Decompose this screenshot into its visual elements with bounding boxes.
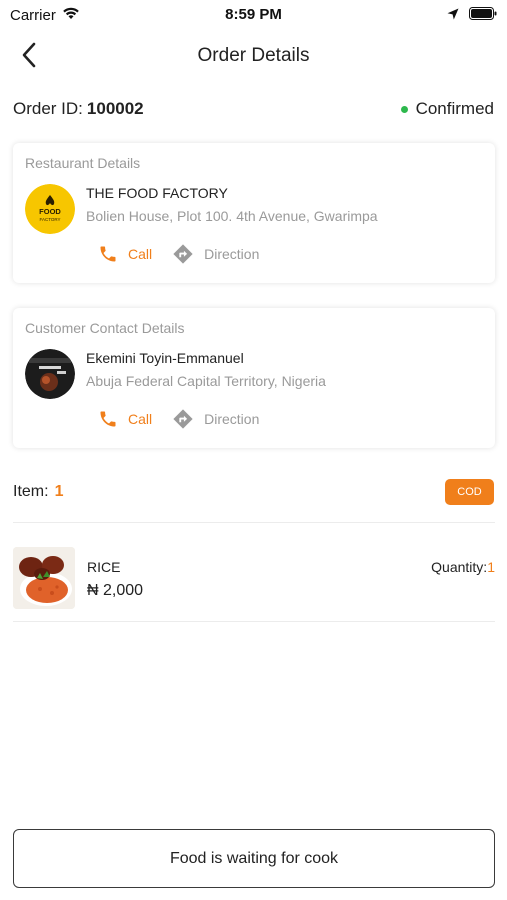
order-id: Order ID: 100002 (13, 99, 144, 119)
customer-address: Abuja Federal Capital Territory, Nigeria (86, 373, 326, 389)
item-quantity-value: 1 (487, 559, 495, 575)
phone-icon (98, 244, 128, 264)
items-count: 1 (54, 483, 64, 500)
item-quantity-label: Quantity: (431, 559, 488, 575)
item-image (13, 547, 75, 609)
directions-icon (172, 243, 204, 265)
items-label: Item: (13, 483, 49, 500)
phone-icon (98, 409, 128, 429)
restaurant-direction-label: Direction (204, 246, 260, 262)
restaurant-card-heading: Restaurant Details (25, 155, 141, 171)
navigation-bar: Order Details (0, 30, 507, 84)
customer-call-label: Call (128, 411, 153, 427)
page-title: Order Details (197, 45, 310, 66)
restaurant-logo: FOOD FACTORY (25, 184, 75, 234)
restaurant-address: Bolien House, Plot 100. 4th Avenue, Gwar… (86, 208, 378, 224)
restaurant-call-button[interactable]: Call (98, 244, 152, 264)
customer-card-heading: Customer Contact Details (25, 320, 185, 336)
order-summary-row: Order ID: 100002 Confirmed (13, 96, 494, 122)
customer-direction-button[interactable]: Direction (172, 408, 259, 430)
items-header: Item: 1 COD (13, 478, 494, 506)
order-id-label: Order ID: (13, 99, 83, 118)
directions-icon (172, 408, 204, 430)
order-status: Confirmed (400, 99, 494, 119)
item-name: RICE (87, 559, 121, 575)
restaurant-logo-text-top: FOOD (39, 207, 61, 216)
items-count-row: Item: 1 (13, 483, 63, 501)
restaurant-logo-text-bottom: FACTORY (39, 217, 60, 222)
item-quantity: Quantity:1 (431, 559, 495, 575)
status-time: 8:59 PM (225, 6, 282, 23)
status-bar: Carrier 8:59 PM (0, 0, 507, 30)
customer-actions: Call Direction (98, 408, 279, 430)
restaurant-actions: Call Direction (98, 243, 279, 265)
customer-name: Ekemini Toyin-Emmanuel (86, 350, 244, 366)
divider (13, 522, 495, 523)
customer-call-button[interactable]: Call (98, 409, 152, 429)
customer-avatar (25, 349, 75, 399)
status-dot-icon (400, 105, 408, 113)
order-details-screen: Carrier 8:59 PM Order Details Order ID: … (0, 0, 507, 900)
order-id-value: 100002 (86, 99, 144, 118)
payment-method-badge: COD (445, 479, 494, 505)
status-right (447, 7, 497, 20)
restaurant-direction-button[interactable]: Direction (172, 243, 259, 265)
restaurant-call-label: Call (128, 246, 153, 262)
order-status-label: Confirmed (415, 99, 494, 118)
customer-contact-card: Customer Contact Details Ekemini Toyin-E… (13, 308, 495, 448)
location-arrow-icon (447, 8, 459, 20)
restaurant-details-card: Restaurant Details FOOD FACTORY THE FOOD… (13, 143, 495, 283)
divider (13, 621, 495, 622)
order-status-action-button[interactable]: Food is waiting for cook (13, 829, 495, 888)
item-price: ₦ 2,000 (87, 582, 144, 599)
restaurant-name: THE FOOD FACTORY (86, 185, 228, 201)
battery-icon (469, 7, 497, 20)
customer-direction-label: Direction (204, 411, 260, 427)
list-item: RICE ₦ 2,000 Quantity:1 (13, 547, 495, 609)
